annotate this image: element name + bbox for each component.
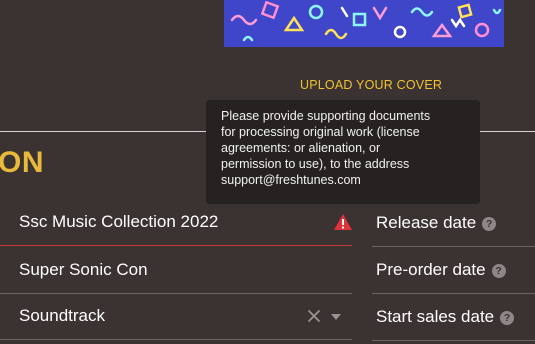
artist-value: Super Sonic Con — [19, 260, 148, 279]
preorder-date-divider — [372, 293, 535, 294]
start-sales-date-divider — [372, 340, 535, 341]
help-icon[interactable]: ? — [500, 311, 515, 325]
release-date-text: Release date — [376, 213, 477, 232]
tooltip-line: agreements: or alienation, or — [221, 141, 381, 155]
release-date-label: Release date? — [376, 213, 497, 233]
tooltip-line: for processing original work (license — [221, 125, 420, 139]
tooltip-line: Please provide supporting documents — [221, 109, 431, 123]
cover-pattern — [230, 0, 502, 42]
preorder-date-text: Pre-order date — [376, 260, 486, 279]
tooltip-email[interactable]: support@freshtunes.com — [221, 172, 466, 188]
help-icon[interactable]: ? — [491, 264, 506, 278]
upload-cover-link[interactable]: UPLOAD YOUR COVER — [300, 78, 442, 92]
start-sales-date-text: Start sales date — [376, 307, 495, 326]
chevron-down-icon[interactable] — [331, 314, 341, 320]
section-heading: ON — [0, 146, 44, 179]
genre-select[interactable]: Soundtrack — [0, 294, 352, 340]
release-title-field[interactable]: Ssc Music Collection 2022 — [0, 200, 352, 246]
cover-image[interactable] — [224, 0, 504, 47]
warning-tooltip: Please provide supporting documents for … — [206, 100, 480, 204]
help-icon[interactable]: ? — [482, 217, 497, 231]
release-date-divider — [372, 246, 535, 247]
preorder-date-label: Pre-order date? — [376, 260, 506, 280]
clear-icon[interactable] — [307, 309, 321, 323]
release-title-value: Ssc Music Collection 2022 — [19, 212, 219, 231]
genre-value: Soundtrack — [19, 306, 105, 325]
release-title-underline — [0, 244, 352, 246]
warning-icon[interactable] — [333, 213, 353, 231]
artist-field[interactable]: Super Sonic Con — [0, 248, 352, 294]
tooltip-line: permission to use), to the address — [221, 157, 410, 171]
start-sales-date-label: Start sales date? — [376, 307, 515, 327]
genre-underline — [0, 339, 352, 340]
